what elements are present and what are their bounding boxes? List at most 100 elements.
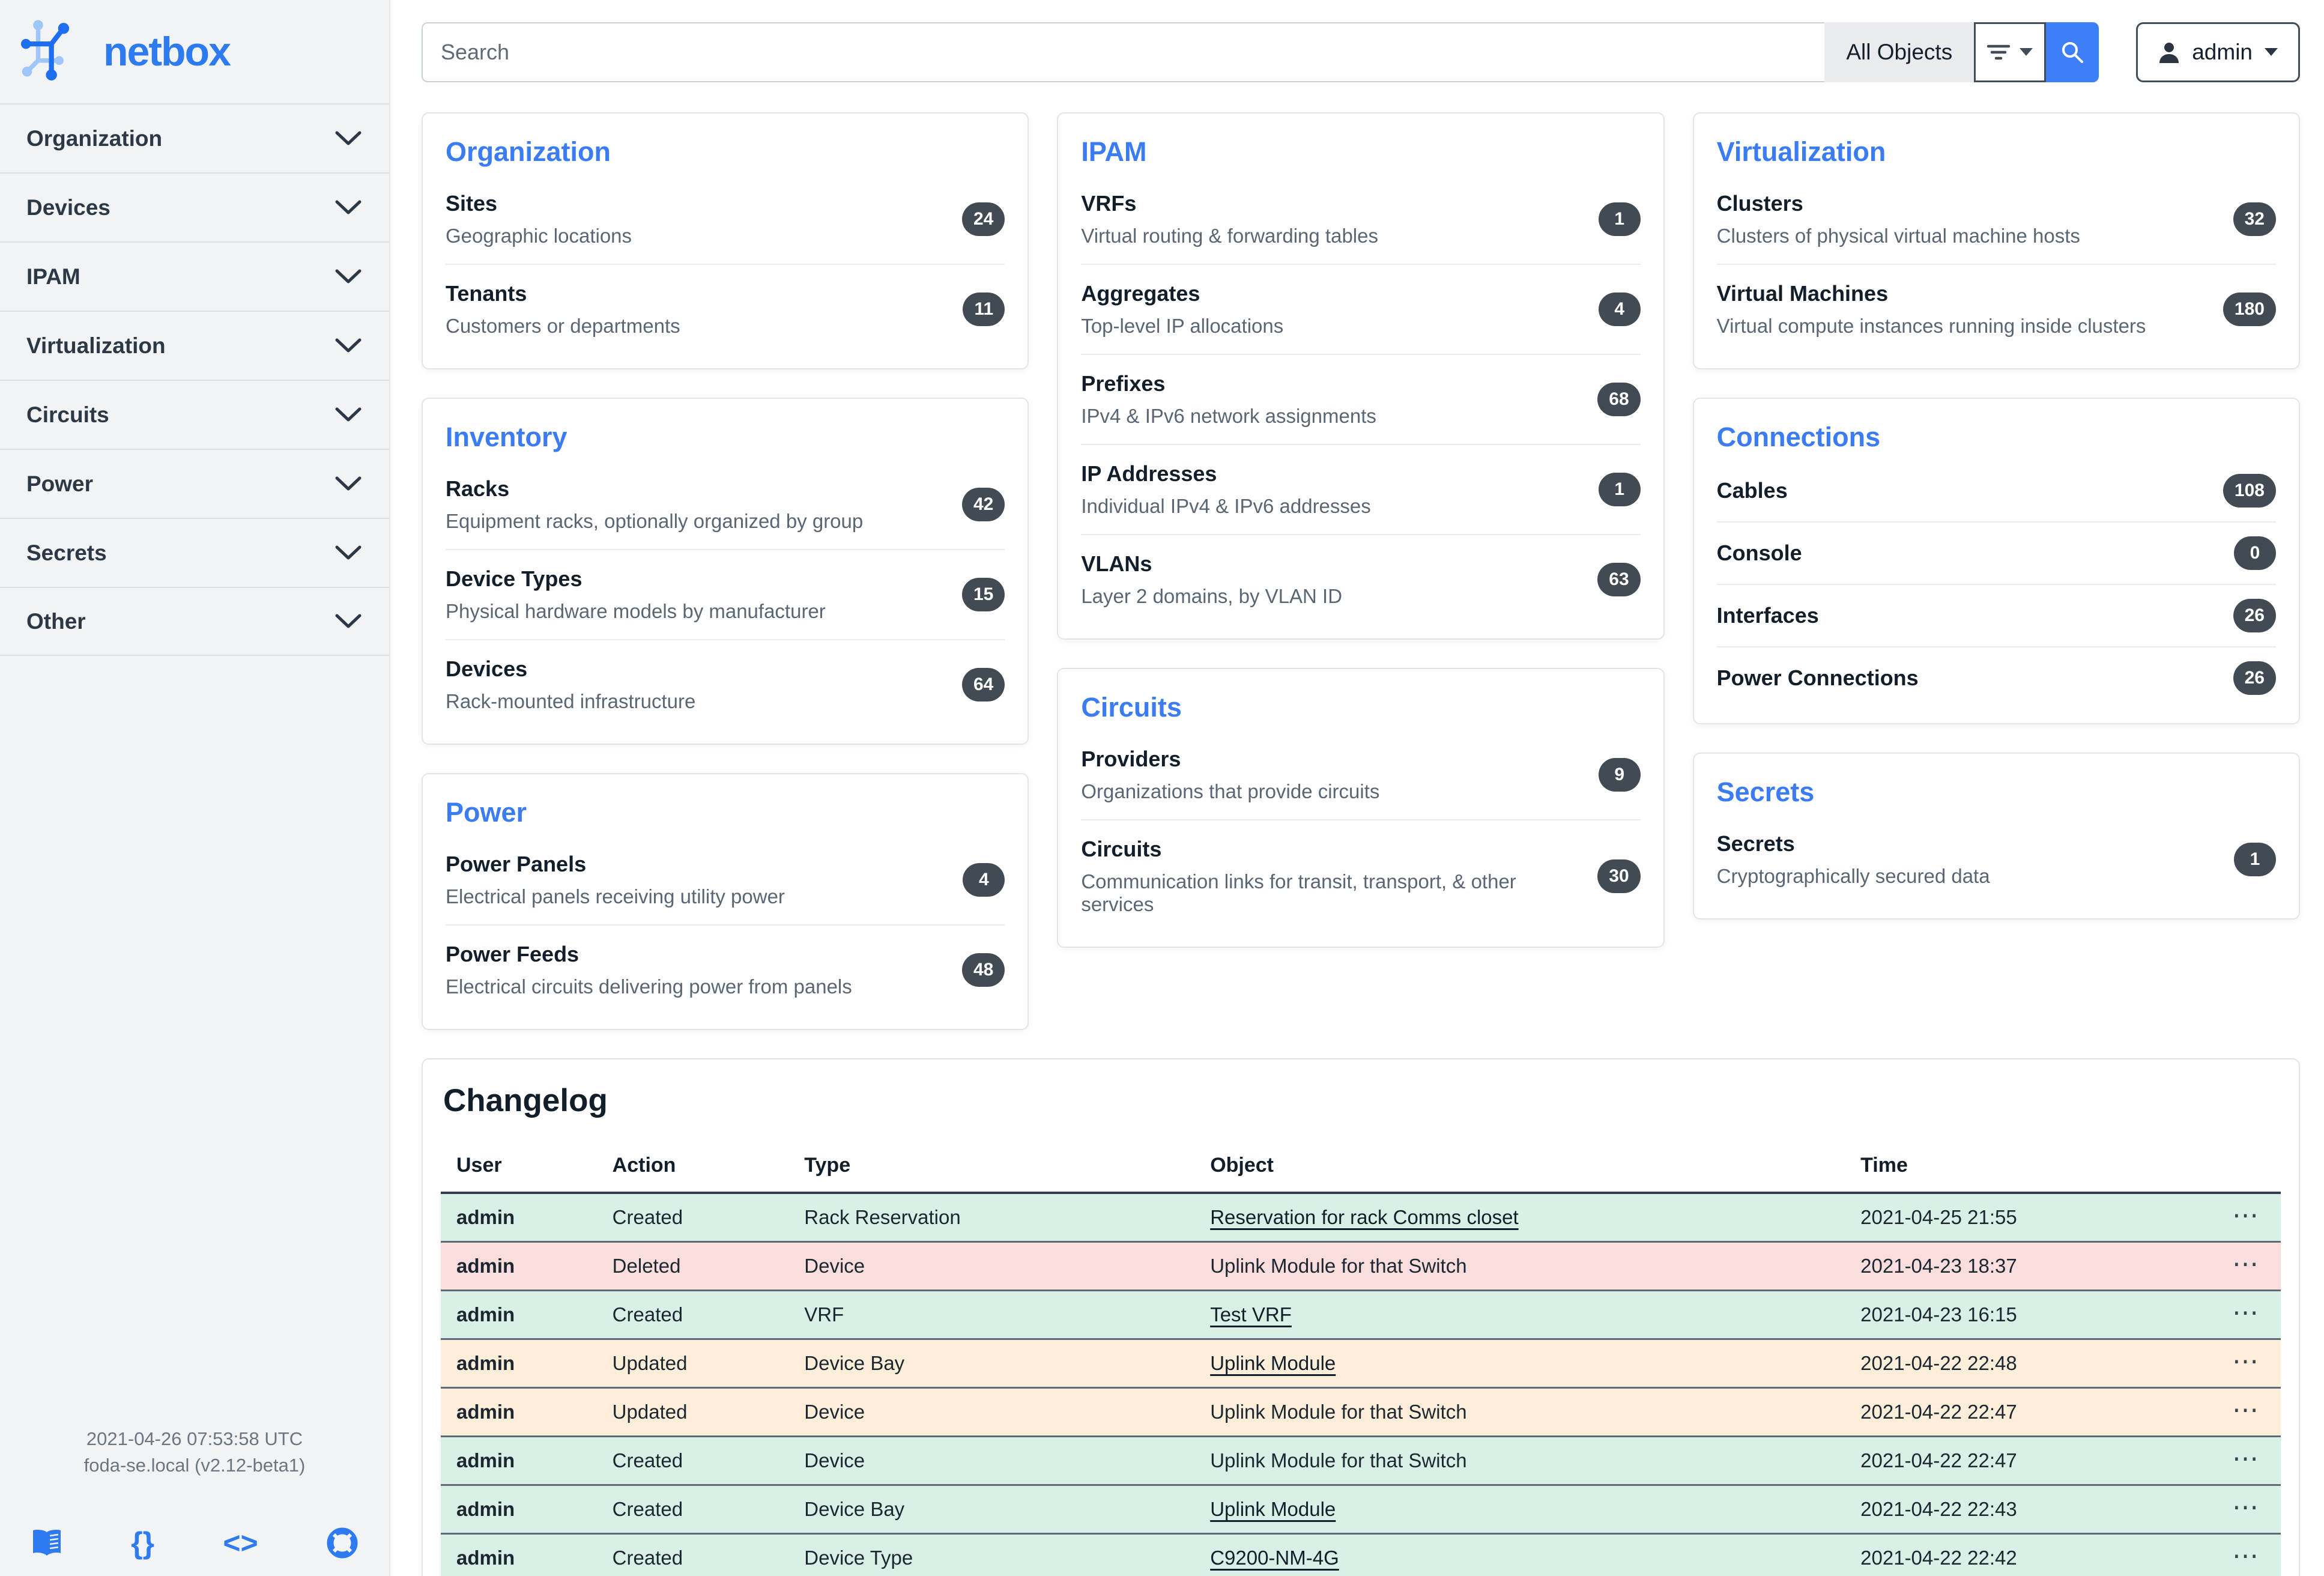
- card-item-description: Rack-mounted infrastructure: [446, 690, 696, 712]
- card-item-title: Power Feeds: [446, 942, 579, 966]
- card-item-description: Virtual routing & forwarding tables: [1081, 225, 1378, 247]
- card-item-title: Racks: [446, 476, 510, 501]
- changelog-user-cell: admin: [456, 1206, 515, 1228]
- row-actions-ellipsis-button[interactable]: ⋯: [2232, 1444, 2260, 1473]
- sidebar-item-organization[interactable]: Organization: [0, 103, 389, 172]
- card-item-link[interactable]: Providers Organizations that provide cir…: [1081, 730, 1641, 819]
- sidebar-item-ipam[interactable]: IPAM: [0, 241, 389, 311]
- card-item-description: Cryptographically secured data: [1716, 865, 1990, 887]
- chevron-down-icon: [335, 269, 362, 285]
- changelog-user-cell: admin: [456, 1255, 515, 1277]
- changelog-object-cell: Reservation for rack Comms closet: [1194, 1193, 1845, 1242]
- changelog-user-cell: admin: [456, 1401, 515, 1423]
- card-item-link[interactable]: IP Addresses Individual IPv4 & IPv6 addr…: [1081, 444, 1641, 534]
- card-item-link[interactable]: Clusters Clusters of physical virtual ma…: [1717, 175, 2276, 264]
- card-item-link[interactable]: Prefixes IPv4 & IPv6 network assignments…: [1081, 354, 1641, 444]
- search-input[interactable]: [422, 22, 1825, 82]
- card-item-link[interactable]: Aggregates Top-level IP allocations 4: [1081, 264, 1641, 354]
- count-badge: 63: [1597, 563, 1641, 596]
- card-item-link[interactable]: Console 0: [1716, 521, 2276, 584]
- card-item-link[interactable]: Power Feeds Electrical circuits deliveri…: [446, 924, 1005, 1014]
- changelog-object-link[interactable]: Uplink Module: [1210, 1498, 1336, 1520]
- topbar: All Objects admin: [422, 22, 2300, 82]
- count-badge: 32: [2233, 202, 2276, 236]
- card-item-link[interactable]: Cables 108: [1717, 460, 2276, 521]
- dashboard-card: Organization Sites Geographic locations …: [422, 112, 1029, 369]
- column-header-type: Type: [788, 1144, 1195, 1194]
- column-header-object: Object: [1194, 1144, 1845, 1194]
- sidebar-item-devices[interactable]: Devices: [0, 172, 389, 241]
- search-scope-label: All Objects: [1824, 22, 1974, 82]
- chevron-down-icon: [335, 614, 362, 629]
- changelog-type-cell: VRF: [804, 1303, 844, 1326]
- card-item-link[interactable]: Power Panels Electrical panels receiving…: [446, 835, 1005, 924]
- changelog-object-link[interactable]: C9200-NM-4G: [1210, 1547, 1339, 1569]
- sidebar-item-power[interactable]: Power: [0, 449, 389, 518]
- card-item-list: Providers Organizations that provide cir…: [1081, 730, 1641, 932]
- card-title: Connections: [1716, 422, 1881, 452]
- changelog-type-cell: Device Bay: [804, 1352, 905, 1374]
- card-column-1: Organization Sites Geographic locations …: [422, 112, 1029, 1030]
- user-icon: [2157, 40, 2181, 64]
- changelog-user-cell: admin: [456, 1303, 515, 1326]
- row-actions-ellipsis-button[interactable]: ⋯: [2232, 1347, 2260, 1376]
- chevron-down-icon: [335, 476, 362, 492]
- filter-icon: [1986, 43, 2011, 62]
- card-item-link[interactable]: Tenants Customers or departments 11: [446, 264, 1005, 354]
- changelog-row: admin Created VRF Test VRF 2021-04-23 16…: [441, 1290, 2281, 1339]
- sidebar-item-other[interactable]: Other: [0, 587, 389, 656]
- row-actions-ellipsis-button[interactable]: ⋯: [2232, 1249, 2260, 1279]
- changelog-row: admin Updated Device Bay Uplink Module 2…: [441, 1339, 2281, 1388]
- search-bar: All Objects: [422, 22, 2099, 82]
- api-braces-icon[interactable]: {}: [131, 1526, 154, 1560]
- sidebar-item-label: Secrets: [26, 540, 107, 565]
- sidebar-item-virtualization[interactable]: Virtualization: [0, 311, 389, 380]
- card-item-link[interactable]: Devices Rack-mounted infrastructure 64: [446, 639, 1005, 729]
- card-item-link[interactable]: Circuits Communication links for transit…: [1081, 819, 1641, 932]
- chevron-down-icon: [335, 338, 362, 354]
- card-item-description: Electrical panels receiving utility powe…: [446, 885, 785, 908]
- count-badge: 26: [2233, 599, 2276, 632]
- changelog-object-link[interactable]: Reservation for rack Comms closet: [1210, 1206, 1518, 1228]
- card-item-link[interactable]: Racks Equipment racks, optionally organi…: [446, 460, 1005, 549]
- card-item-link[interactable]: VLANs Layer 2 domains, by VLAN ID 63: [1081, 534, 1641, 624]
- changelog-type-cell: Device Type: [804, 1547, 913, 1569]
- card-item-link[interactable]: VRFs Virtual routing & forwarding tables…: [1081, 175, 1641, 264]
- card-item-link[interactable]: Sites Geographic locations 24: [446, 175, 1005, 264]
- row-actions-ellipsis-button[interactable]: ⋯: [2232, 1298, 2260, 1327]
- source-code-icon[interactable]: <>: [223, 1526, 258, 1560]
- search-button[interactable]: [2046, 22, 2099, 82]
- card-item-title: IP Addresses: [1081, 461, 1217, 486]
- help-lifebuoy-icon[interactable]: [327, 1527, 358, 1559]
- sidebar-item-secrets[interactable]: Secrets: [0, 518, 389, 587]
- sidebar-item-circuits[interactable]: Circuits: [0, 380, 389, 449]
- card-item-link[interactable]: Virtual Machines Virtual compute instanc…: [1716, 264, 2276, 354]
- docs-book-icon[interactable]: [31, 1529, 62, 1557]
- row-actions-ellipsis-button[interactable]: ⋯: [2232, 1541, 2260, 1571]
- user-menu-button[interactable]: admin: [2136, 22, 2300, 82]
- row-actions-ellipsis-button[interactable]: ⋯: [2232, 1395, 2260, 1425]
- footer-timestamp: 2021-04-26 07:53:58 UTC: [86, 1428, 303, 1449]
- netbox-logo[interactable]: netbox: [0, 0, 389, 103]
- search-scope-dropdown-button[interactable]: [1974, 22, 2047, 82]
- changelog-row: admin Created Device Bay Uplink Module 2…: [441, 1485, 2281, 1534]
- changelog-action-cell: Created: [612, 1206, 683, 1228]
- card-item-title: VRFs: [1081, 191, 1137, 216]
- count-badge: 1: [2233, 843, 2276, 876]
- card-item-text: Sites Geographic locations: [446, 191, 632, 247]
- card-item-title: VLANs: [1081, 551, 1152, 576]
- card-item-link[interactable]: Device Types Physical hardware models by…: [446, 549, 1005, 639]
- card-item-title: Virtual Machines: [1716, 281, 1889, 306]
- card-item-link[interactable]: Power Connections 26: [1716, 646, 2276, 709]
- card-item-title: Secrets: [1716, 831, 1795, 856]
- row-actions-ellipsis-button[interactable]: ⋯: [2232, 1201, 2260, 1230]
- card-item-list: Clusters Clusters of physical virtual ma…: [1716, 175, 2276, 354]
- changelog-object-link[interactable]: Test VRF: [1210, 1303, 1292, 1326]
- card-item-title: Providers: [1081, 747, 1181, 771]
- card-item-link[interactable]: Secrets Cryptographically secured data 1: [1717, 815, 2276, 904]
- caret-down-icon: [2018, 47, 2034, 58]
- changelog-object-link[interactable]: Uplink Module: [1210, 1352, 1336, 1374]
- card-item-link[interactable]: Interfaces 26: [1716, 584, 2276, 646]
- dashboard-card: Virtualization Clusters Clusters of phys…: [1692, 112, 2300, 369]
- row-actions-ellipsis-button[interactable]: ⋯: [2232, 1493, 2260, 1522]
